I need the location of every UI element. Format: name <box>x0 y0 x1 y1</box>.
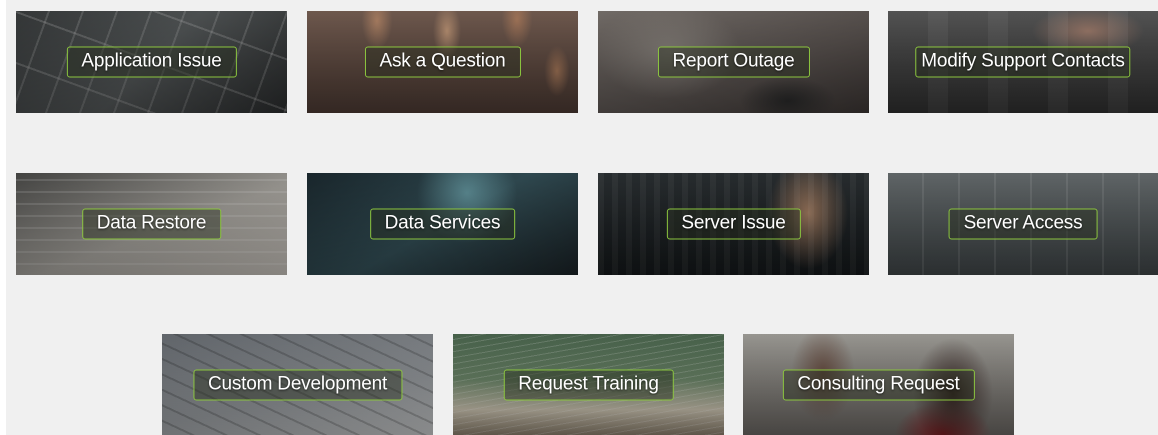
tile-label: Ask a Question <box>364 46 521 78</box>
tile-custom-development[interactable]: Custom Development <box>162 334 433 435</box>
tile-data-services[interactable]: Data Services <box>307 173 578 275</box>
tile-label: Data Services <box>369 208 516 240</box>
tile-label: Custom Development <box>192 369 403 400</box>
tile-label: Server Access <box>948 208 1098 240</box>
tile-request-training[interactable]: Request Training <box>453 334 724 435</box>
tile-label: Data Restore <box>81 208 222 240</box>
tile-report-outage[interactable]: Report Outage <box>598 11 869 113</box>
tile-label: Application Issue <box>66 46 237 78</box>
tile-label: Server Issue <box>666 208 801 240</box>
tile-label: Modify Support Contacts <box>915 46 1131 78</box>
tile-label: Consulting Request <box>782 369 975 400</box>
tile-application-issue[interactable]: Application Issue <box>16 11 287 113</box>
tile-label: Request Training <box>503 369 674 400</box>
tile-server-issue[interactable]: Server Issue <box>598 173 869 275</box>
tile-consulting-request[interactable]: Consulting Request <box>743 334 1014 435</box>
tile-label: Report Outage <box>657 46 810 78</box>
tile-ask-a-question[interactable]: Ask a Question <box>307 11 578 113</box>
tile-data-restore[interactable]: Data Restore <box>16 173 287 275</box>
tile-modify-support-contacts[interactable]: Modify Support Contacts <box>888 11 1158 113</box>
tile-server-access[interactable]: Server Access <box>888 173 1158 275</box>
